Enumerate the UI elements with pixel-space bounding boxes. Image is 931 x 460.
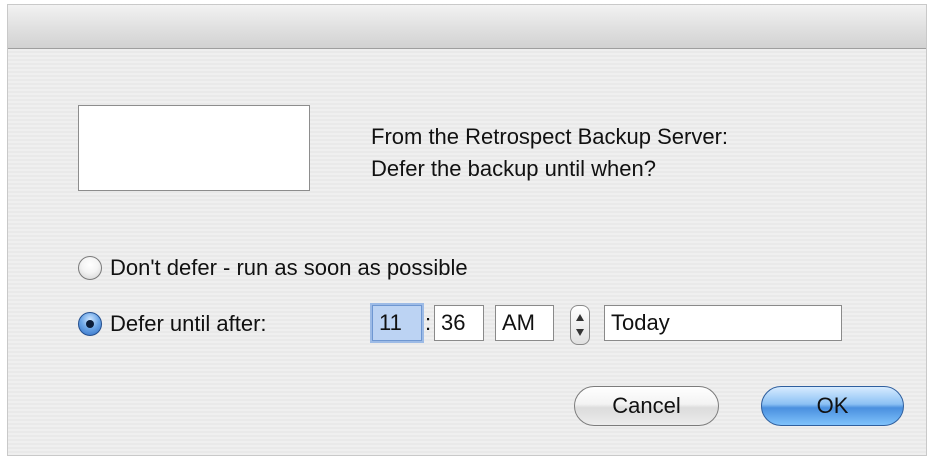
ok-button[interactable]: OK — [761, 386, 904, 426]
stepper-up-icon[interactable] — [576, 314, 584, 321]
title-bar[interactable] — [8, 5, 926, 49]
defer-radio[interactable] — [78, 312, 102, 336]
minute-field[interactable]: 36 — [434, 305, 484, 341]
ampm-field[interactable]: AM — [495, 305, 554, 341]
defer-label[interactable]: Defer until after: — [110, 311, 267, 337]
message-line-2: Defer the backup until when? — [371, 156, 656, 181]
dialog-message: From the Retrospect Backup Server: Defer… — [371, 121, 728, 185]
icon-placeholder — [78, 105, 310, 191]
hour-field[interactable]: 11 — [372, 305, 422, 341]
stepper-down-icon[interactable] — [576, 329, 584, 336]
time-stepper[interactable] — [570, 305, 590, 345]
dont-defer-option[interactable]: Don't defer - run as soon as possible — [78, 255, 468, 281]
day-field[interactable]: Today — [604, 305, 842, 341]
message-line-1: From the Retrospect Backup Server: — [371, 124, 729, 149]
time-separator: : — [425, 310, 432, 335]
dont-defer-radio[interactable] — [78, 256, 102, 280]
defer-option[interactable]: Defer until after: — [78, 311, 267, 337]
dont-defer-label[interactable]: Don't defer - run as soon as possible — [110, 255, 468, 281]
cancel-button[interactable]: Cancel — [574, 386, 719, 426]
defer-dialog: From the Retrospect Backup Server: Defer… — [7, 4, 927, 456]
